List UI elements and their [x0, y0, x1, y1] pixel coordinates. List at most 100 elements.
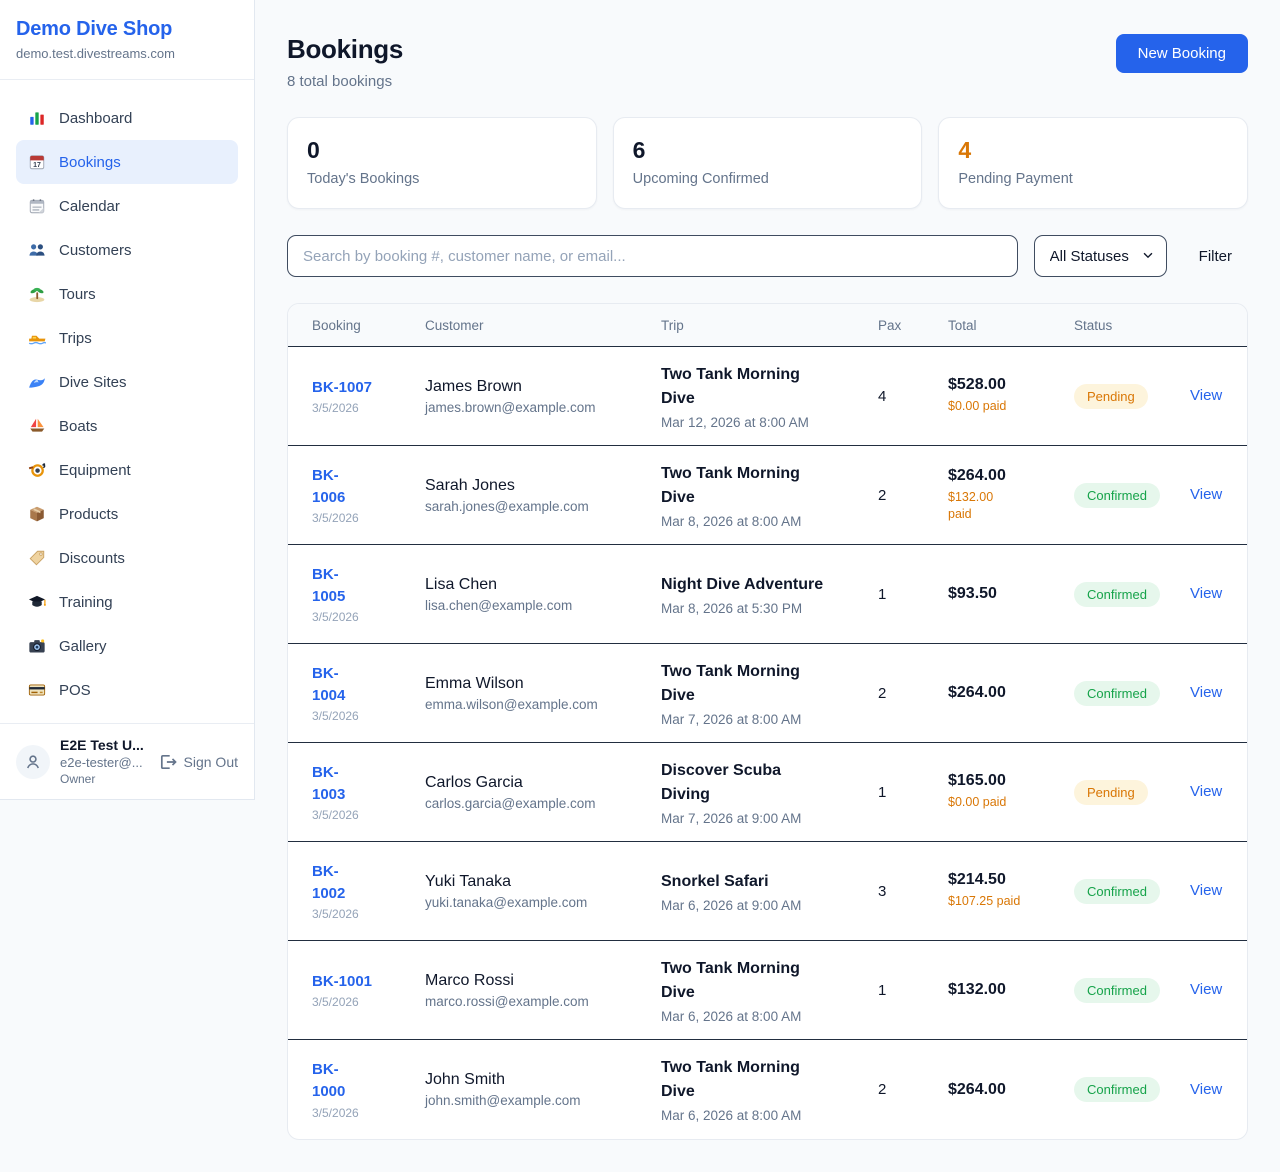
pax-cell: 4	[878, 388, 948, 405]
sidebar-item-discounts[interactable]: Discounts	[16, 536, 238, 580]
table-row: BK-10003/5/2026John Smithjohn.smith@exam…	[288, 1040, 1247, 1139]
view-link[interactable]: View	[1190, 882, 1222, 899]
actions-cell: View	[1178, 684, 1247, 702]
sign-out-button[interactable]: Sign Out	[159, 753, 238, 771]
view-link[interactable]: View	[1190, 684, 1222, 701]
sidebar-item-pos[interactable]: POS	[16, 668, 238, 712]
sidebar: Demo Dive Shop demo.test.divestreams.com…	[0, 0, 255, 800]
actions-cell: View	[1178, 585, 1247, 603]
new-booking-button[interactable]: New Booking	[1116, 34, 1248, 73]
customer-email: yuki.tanaka@example.com	[425, 895, 645, 910]
table-row: BK-10033/5/2026Carlos Garciacarlos.garci…	[288, 743, 1247, 842]
booking-id-link[interactable]: BK-1000	[312, 1059, 425, 1103]
status-badge: Pending	[1074, 384, 1148, 409]
customer-name: Lisa Chen	[425, 576, 645, 594]
total-amount: $132.00	[948, 981, 1062, 999]
total-cell: $264.00$132.00paid	[948, 467, 1074, 524]
user-footer: E2E Test U... e2e-tester@... Owner Sign …	[0, 723, 254, 799]
customer-email: marco.rossi@example.com	[425, 994, 645, 1009]
booking-id-link[interactable]: BK-1005	[312, 564, 425, 608]
view-link[interactable]: View	[1190, 1081, 1222, 1098]
view-link[interactable]: View	[1190, 387, 1222, 404]
customer-email: emma.wilson@example.com	[425, 697, 645, 712]
customer-email: carlos.garcia@example.com	[425, 796, 645, 811]
sidebar-item-label: Trips	[59, 330, 92, 347]
status-badge: Pending	[1074, 780, 1148, 805]
stat-card-pending-payment: 4Pending Payment	[938, 117, 1248, 209]
booking-id-link[interactable]: BK-1004	[312, 663, 425, 707]
view-link[interactable]: View	[1190, 585, 1222, 602]
view-link[interactable]: View	[1190, 783, 1222, 800]
sidebar-item-products[interactable]: Products	[16, 492, 238, 536]
status-badge: Confirmed	[1074, 681, 1160, 706]
customer-cell: James Brownjames.brown@example.com	[425, 378, 661, 415]
sidebar-item-trips[interactable]: Trips	[16, 316, 238, 360]
products-icon	[28, 505, 46, 523]
status-cell: Confirmed	[1074, 978, 1178, 1003]
customer-email: lisa.chen@example.com	[425, 598, 645, 613]
stat-card-upcoming-confirmed: 6Upcoming Confirmed	[613, 117, 923, 209]
boats-icon	[28, 417, 46, 435]
stat-value: 6	[633, 137, 903, 164]
sidebar-item-bookings[interactable]: 17Bookings	[16, 140, 238, 184]
paid-amount: $0.00 paid	[948, 398, 1062, 416]
booking-id-link[interactable]: BK-1003	[312, 762, 425, 806]
status-badge: Confirmed	[1074, 978, 1160, 1003]
customer-name: James Brown	[425, 378, 645, 396]
logout-icon	[159, 753, 177, 771]
booking-cell: BK-10013/5/2026	[288, 971, 425, 1010]
sidebar-item-dive-sites[interactable]: Dive Sites	[16, 360, 238, 404]
customer-cell: Emma Wilsonemma.wilson@example.com	[425, 675, 661, 712]
total-cell: $132.00	[948, 981, 1074, 999]
trip-cell: Discover ScubaDivingMar 7, 2026 at 9:00 …	[661, 759, 878, 826]
sidebar-item-label: Dashboard	[59, 110, 132, 127]
sidebar-item-boats[interactable]: Boats	[16, 404, 238, 448]
trip-datetime: Mar 6, 2026 at 8:00 AM	[661, 1108, 862, 1123]
view-link[interactable]: View	[1190, 486, 1222, 503]
pax-cell: 2	[878, 487, 948, 504]
sidebar-nav: Dashboard 17BookingsCalendarCustomersTour…	[0, 80, 254, 723]
sidebar-item-calendar[interactable]: Calendar	[16, 184, 238, 228]
sidebar-item-customers[interactable]: Customers	[16, 228, 238, 272]
total-amount: $264.00	[948, 684, 1062, 702]
booking-cell: BK-10043/5/2026	[288, 663, 425, 724]
sidebar-item-equipment[interactable]: Equipment	[16, 448, 238, 492]
table-row: BK-10023/5/2026Yuki Tanakayuki.tanaka@ex…	[288, 842, 1247, 941]
sidebar-item-dashboard[interactable]: Dashboard	[16, 96, 238, 140]
table-row: BK-10053/5/2026Lisa Chenlisa.chen@exampl…	[288, 545, 1247, 644]
col-header-pax: Pax	[878, 318, 948, 333]
trip-name: Two Tank MorningDive	[661, 957, 862, 1005]
paid-amount: $0.00 paid	[948, 794, 1062, 812]
total-amount: $264.00	[948, 467, 1062, 485]
actions-cell: View	[1178, 387, 1247, 405]
gallery-icon	[28, 637, 46, 655]
sidebar-item-tours[interactable]: Tours	[16, 272, 238, 316]
status-cell: Pending	[1074, 384, 1178, 409]
total-cell: $264.00	[948, 684, 1074, 702]
booking-id-link[interactable]: BK-1002	[312, 861, 425, 905]
status-badge: Confirmed	[1074, 879, 1160, 904]
trip-cell: Night Dive AdventureMar 8, 2026 at 5:30 …	[661, 573, 878, 616]
filter-button[interactable]: Filter	[1183, 248, 1248, 265]
search-input[interactable]	[287, 235, 1018, 277]
pax-cell: 3	[878, 883, 948, 900]
stat-value: 0	[307, 137, 577, 164]
col-header-status: Status	[1074, 318, 1178, 333]
customer-name: Carlos Garcia	[425, 774, 645, 792]
booking-id-link[interactable]: BK-1001	[312, 971, 425, 993]
trip-datetime: Mar 7, 2026 at 9:00 AM	[661, 811, 862, 826]
trip-cell: Snorkel SafariMar 6, 2026 at 9:00 AM	[661, 870, 878, 913]
sidebar-item-training[interactable]: Training	[16, 580, 238, 624]
booking-date: 3/5/2026	[312, 1106, 425, 1120]
page-titles: Bookings 8 total bookings	[287, 34, 403, 90]
customer-name: Yuki Tanaka	[425, 873, 645, 891]
page-subtitle: 8 total bookings	[287, 73, 403, 90]
booking-id-link[interactable]: BK-1007	[312, 377, 425, 399]
sidebar-item-label: POS	[59, 682, 91, 699]
view-link[interactable]: View	[1190, 981, 1222, 998]
sidebar-item-gallery[interactable]: Gallery	[16, 624, 238, 668]
stat-card-today-s-bookings: 0Today's Bookings	[287, 117, 597, 209]
status-filter-select[interactable]: All Statuses	[1034, 235, 1167, 277]
booking-id-link[interactable]: BK-1006	[312, 465, 425, 509]
booking-cell: BK-1000 3/5/2026	[288, 1059, 425, 1120]
